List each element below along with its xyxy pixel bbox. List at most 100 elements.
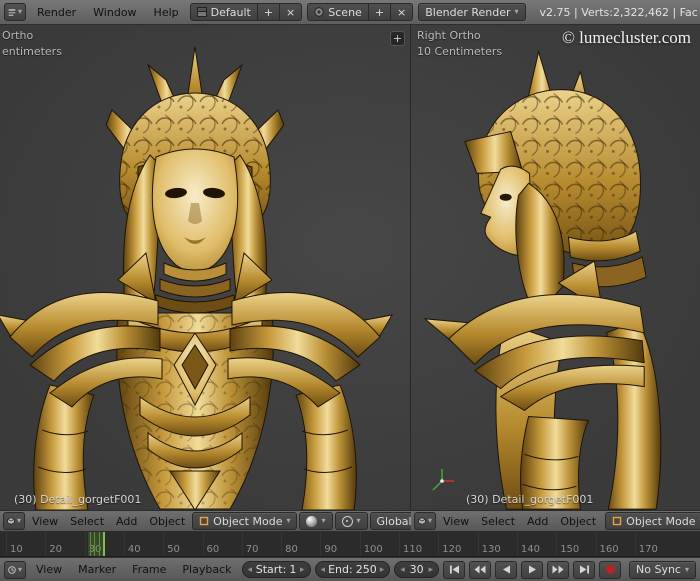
ruler-tick: 80 (281, 532, 298, 556)
viewport-shading-dropdown[interactable]: ▾ (299, 512, 332, 530)
object-mode-icon (199, 516, 209, 526)
remove-scene-button[interactable]: × (391, 3, 413, 21)
timeline-ruler[interactable]: 1020304050607080901001101201301401501601… (0, 532, 700, 557)
render-engine-dropdown[interactable]: Blender Render ▾ (418, 3, 525, 21)
editor-type-button[interactable]: ▾ (4, 3, 26, 21)
menu-playback[interactable]: Playback (176, 563, 237, 576)
next-keyframe-button[interactable] (547, 561, 569, 579)
browse-icon (197, 7, 207, 17)
menu-add[interactable]: Add (522, 515, 553, 528)
menu-marker[interactable]: Marker (72, 563, 122, 576)
origin-axes-icon (429, 468, 455, 494)
transform-orientation-dropdown[interactable]: Global ▾ (370, 512, 411, 530)
start-frame-field[interactable]: ◂ Start:1 ▸ (242, 561, 311, 578)
decrement-arrow-icon[interactable]: ◂ (321, 565, 326, 575)
ruler-tick: 170 (635, 532, 658, 556)
play-reverse-button[interactable] (495, 561, 517, 579)
mode-dropdown[interactable]: Object Mode ▾ (605, 512, 700, 530)
view-unit-label: 10 Centimeters (417, 45, 502, 58)
side-view-model (411, 25, 700, 510)
ruler-tick: 100 (360, 532, 383, 556)
menu-select[interactable]: Select (65, 515, 109, 528)
screen-layout-dropdown[interactable]: Default (190, 3, 258, 21)
view3d-header-left: ▾ View Select Add Object Object Mode ▾ ▾… (0, 512, 411, 530)
add-layout-button[interactable]: + (258, 3, 280, 21)
active-object-label: (30) Detail_gorgetF001 (14, 493, 141, 506)
ruler-tick: 160 (596, 532, 619, 556)
chevron-down-icon: ▾ (357, 517, 361, 525)
decrement-arrow-icon[interactable]: ◂ (248, 565, 253, 575)
ruler-tick: 50 (163, 532, 180, 556)
front-view-model (0, 25, 410, 510)
view3d-editor-icon (7, 515, 15, 527)
info-header: ▾ Render Window Help Default + × Scene + (0, 0, 700, 25)
menu-view[interactable]: View (27, 515, 63, 528)
view3d-editor-icon (418, 515, 426, 527)
increment-arrow-icon[interactable]: ▸ (380, 565, 385, 575)
remove-layout-button[interactable]: × (280, 3, 302, 21)
menu-view[interactable]: View (30, 563, 68, 576)
view3d-header-right: ▾ View Select Add Object Object Mode ▾ (411, 512, 700, 530)
shading-sphere-icon (306, 516, 317, 527)
ruler-tick: 140 (517, 532, 540, 556)
ruler-tick: 110 (399, 532, 422, 556)
view-unit-label: entimeters (2, 45, 62, 58)
pivot-point-dropdown[interactable]: ▾ (335, 512, 368, 530)
menu-select[interactable]: Select (476, 515, 520, 528)
viewport-side[interactable]: Right Ortho 10 Centimeters (30) Detail_g… (411, 25, 700, 510)
editor-type-button[interactable]: ▾ (4, 561, 26, 579)
decrement-arrow-icon[interactable]: ◂ (400, 565, 405, 575)
screen-layout-selector: Default + × (190, 3, 303, 21)
current-frame-field[interactable]: ◂ 30 ▸ (394, 561, 439, 578)
menu-window[interactable]: Window (87, 6, 142, 19)
ruler-tick: 70 (242, 532, 259, 556)
view-name-label: Right Ortho (417, 29, 481, 42)
add-scene-button[interactable]: + (369, 3, 391, 21)
menu-view[interactable]: View (438, 515, 474, 528)
increment-arrow-icon[interactable]: ▸ (428, 565, 433, 575)
pivot-center-icon (342, 516, 353, 527)
expand-panel-button[interactable]: + (390, 31, 405, 46)
editor-type-button[interactable]: ▾ (3, 512, 25, 530)
keyframe-line (94, 532, 95, 556)
info-editor-icon (8, 6, 16, 18)
chevron-down-icon: ▾ (17, 517, 21, 525)
menu-help[interactable]: Help (148, 6, 185, 19)
mode-dropdown[interactable]: Object Mode ▾ (192, 512, 297, 530)
ruler-tick: 120 (438, 532, 461, 556)
menu-render[interactable]: Render (31, 6, 82, 19)
end-frame-field[interactable]: ◂ End:250 ▸ (315, 561, 391, 578)
object-mode-icon (612, 516, 622, 526)
prev-keyframe-button[interactable] (469, 561, 491, 579)
chevron-down-icon: ▾ (685, 566, 689, 574)
scene-statistics: v2.75 | Verts:2,322,462 | Fac (540, 6, 698, 19)
menu-object[interactable]: Object (555, 515, 601, 528)
scene-dropdown[interactable]: Scene (307, 3, 369, 21)
ruler-tick: 90 (320, 532, 337, 556)
play-button[interactable] (521, 561, 543, 579)
viewport-front[interactable]: Ortho entimeters + (30) Detail_gorgetF00… (0, 25, 410, 510)
record-button[interactable] (599, 561, 621, 579)
increment-arrow-icon[interactable]: ▸ (300, 565, 305, 575)
chevron-down-icon: ▾ (18, 8, 22, 16)
current-frame-marker[interactable] (103, 532, 105, 556)
keyframe-line (90, 532, 91, 556)
active-object-label: (30) Detail_gorgetF001 (466, 493, 593, 506)
viewport-area: © lumecluster.com (0, 25, 700, 510)
jump-to-start-button[interactable] (443, 561, 465, 579)
timeline-editor-icon (8, 564, 16, 576)
menu-add[interactable]: Add (111, 515, 142, 528)
chevron-down-icon: ▾ (428, 517, 432, 525)
view3d-header: ▾ View Select Add Object Object Mode ▾ ▾… (0, 510, 700, 532)
editor-type-button[interactable]: ▾ (414, 512, 436, 530)
sync-mode-dropdown[interactable]: No Sync ▾ (629, 561, 696, 579)
chevron-down-icon: ▾ (515, 8, 519, 16)
blender-window: ▾ Render Window Help Default + × Scene + (0, 0, 700, 581)
ruler-tick: 130 (478, 532, 501, 556)
timeline-ruler-ticks: 1020304050607080901001101201301401501601… (0, 532, 700, 556)
menu-object[interactable]: Object (144, 515, 190, 528)
view-name-label: Ortho (2, 29, 33, 42)
keyframe-line (99, 532, 100, 556)
jump-to-end-button[interactable] (573, 561, 595, 579)
menu-frame[interactable]: Frame (126, 563, 172, 576)
